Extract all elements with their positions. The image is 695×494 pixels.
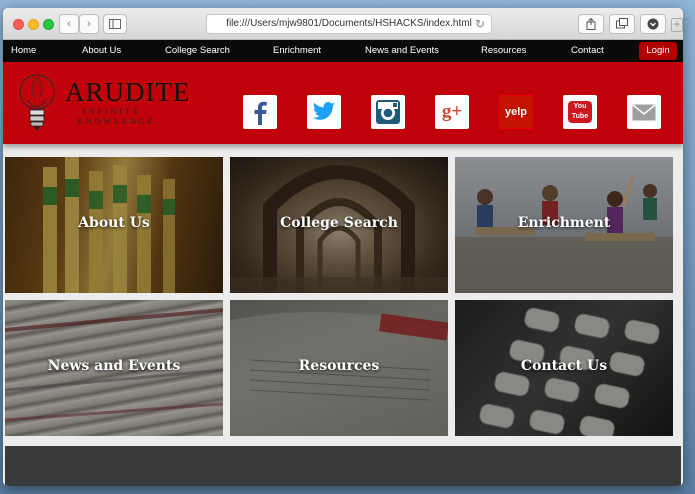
browser-toolbar: ‹ › file:///Users/mjw9801/Documents/HSHA… — [3, 8, 683, 40]
google-plus-icon[interactable]: g+ — [435, 95, 469, 129]
address-bar[interactable]: file:///Users/mjw9801/Documents/HSHACKS/… — [206, 14, 492, 34]
forward-button[interactable]: › — [79, 14, 99, 34]
tabs-icon — [616, 18, 628, 29]
share-icon — [586, 17, 596, 30]
downloads-button[interactable] — [640, 14, 666, 34]
tile-label: Enrichment — [517, 215, 611, 231]
page-content: Home About Us College Search Enrichment … — [3, 40, 683, 486]
tile-resources[interactable]: Resources — [230, 300, 448, 436]
chevron-left-icon: ‹ — [67, 18, 71, 30]
tile-label: About Us — [78, 215, 150, 231]
zoom-window-button[interactable] — [43, 19, 54, 30]
main-navbar: Home About Us College Search Enrichment … — [3, 40, 683, 62]
chevron-right-icon: › — [87, 18, 91, 30]
tile-college-search[interactable]: College Search — [230, 157, 448, 293]
back-button[interactable]: ‹ — [59, 14, 79, 34]
browser-window: ‹ › file:///Users/mjw9801/Documents/HSHA… — [3, 8, 683, 486]
tile-label: College Search — [280, 215, 398, 231]
yelp-icon[interactable]: yelp — [499, 95, 533, 129]
tile-contact-us[interactable]: Contact Us — [455, 300, 673, 436]
nav-item-enrichment[interactable]: Enrichment — [273, 40, 321, 62]
brand-name[interactable]: ARUDITE — [65, 78, 190, 106]
sidebar-icon — [109, 19, 121, 29]
download-icon — [647, 18, 659, 30]
instagram-icon[interactable] — [371, 95, 405, 129]
twitter-icon[interactable] — [307, 95, 341, 129]
nav-item-about-us[interactable]: About Us — [82, 40, 121, 62]
reload-icon[interactable]: ↻ — [475, 15, 485, 33]
close-window-button[interactable] — [13, 19, 24, 30]
lightbulb-logo-icon[interactable] — [17, 70, 57, 134]
brand-tagline-line-2: KNOWLEDGE — [77, 117, 156, 126]
sidebar-toggle-button[interactable] — [103, 14, 127, 34]
nav-item-college-search[interactable]: College Search — [165, 40, 230, 62]
youtube-label: You Tube — [568, 101, 592, 123]
url-text: file:///Users/mjw9801/Documents/HSHACKS/… — [226, 18, 472, 29]
nav-item-news-and-events[interactable]: News and Events — [365, 40, 439, 62]
tile-enrichment[interactable]: Enrichment — [455, 157, 673, 293]
new-tab-button[interactable]: + — [671, 18, 683, 32]
tile-label: News and Events — [47, 358, 181, 374]
tile-news-and-events[interactable]: News and Events — [5, 300, 223, 436]
site-header: ARUDITE INFINITE KNOWLEDGE g+ yelp You T… — [3, 62, 683, 144]
brand-tagline-line-1: INFINITE — [83, 107, 141, 116]
nav-item-resources[interactable]: Resources — [481, 40, 526, 62]
login-button[interactable]: Login — [639, 42, 677, 60]
tile-label: Contact Us — [520, 358, 608, 374]
nav-item-home[interactable]: Home — [11, 40, 36, 62]
tabs-overview-button[interactable] — [609, 14, 635, 34]
site-footer — [5, 446, 681, 486]
nav-item-contact[interactable]: Contact — [571, 40, 604, 62]
yelp-label: yelp — [504, 106, 527, 118]
minimize-window-button[interactable] — [28, 19, 39, 30]
facebook-icon[interactable] — [243, 95, 277, 129]
mail-icon[interactable] — [627, 95, 661, 129]
google-plus-label: g+ — [441, 101, 463, 122]
share-button[interactable] — [578, 14, 604, 34]
tile-about-us[interactable]: About Us — [5, 157, 223, 293]
tile-label: Resources — [298, 358, 380, 374]
youtube-icon[interactable]: You Tube — [563, 95, 597, 129]
